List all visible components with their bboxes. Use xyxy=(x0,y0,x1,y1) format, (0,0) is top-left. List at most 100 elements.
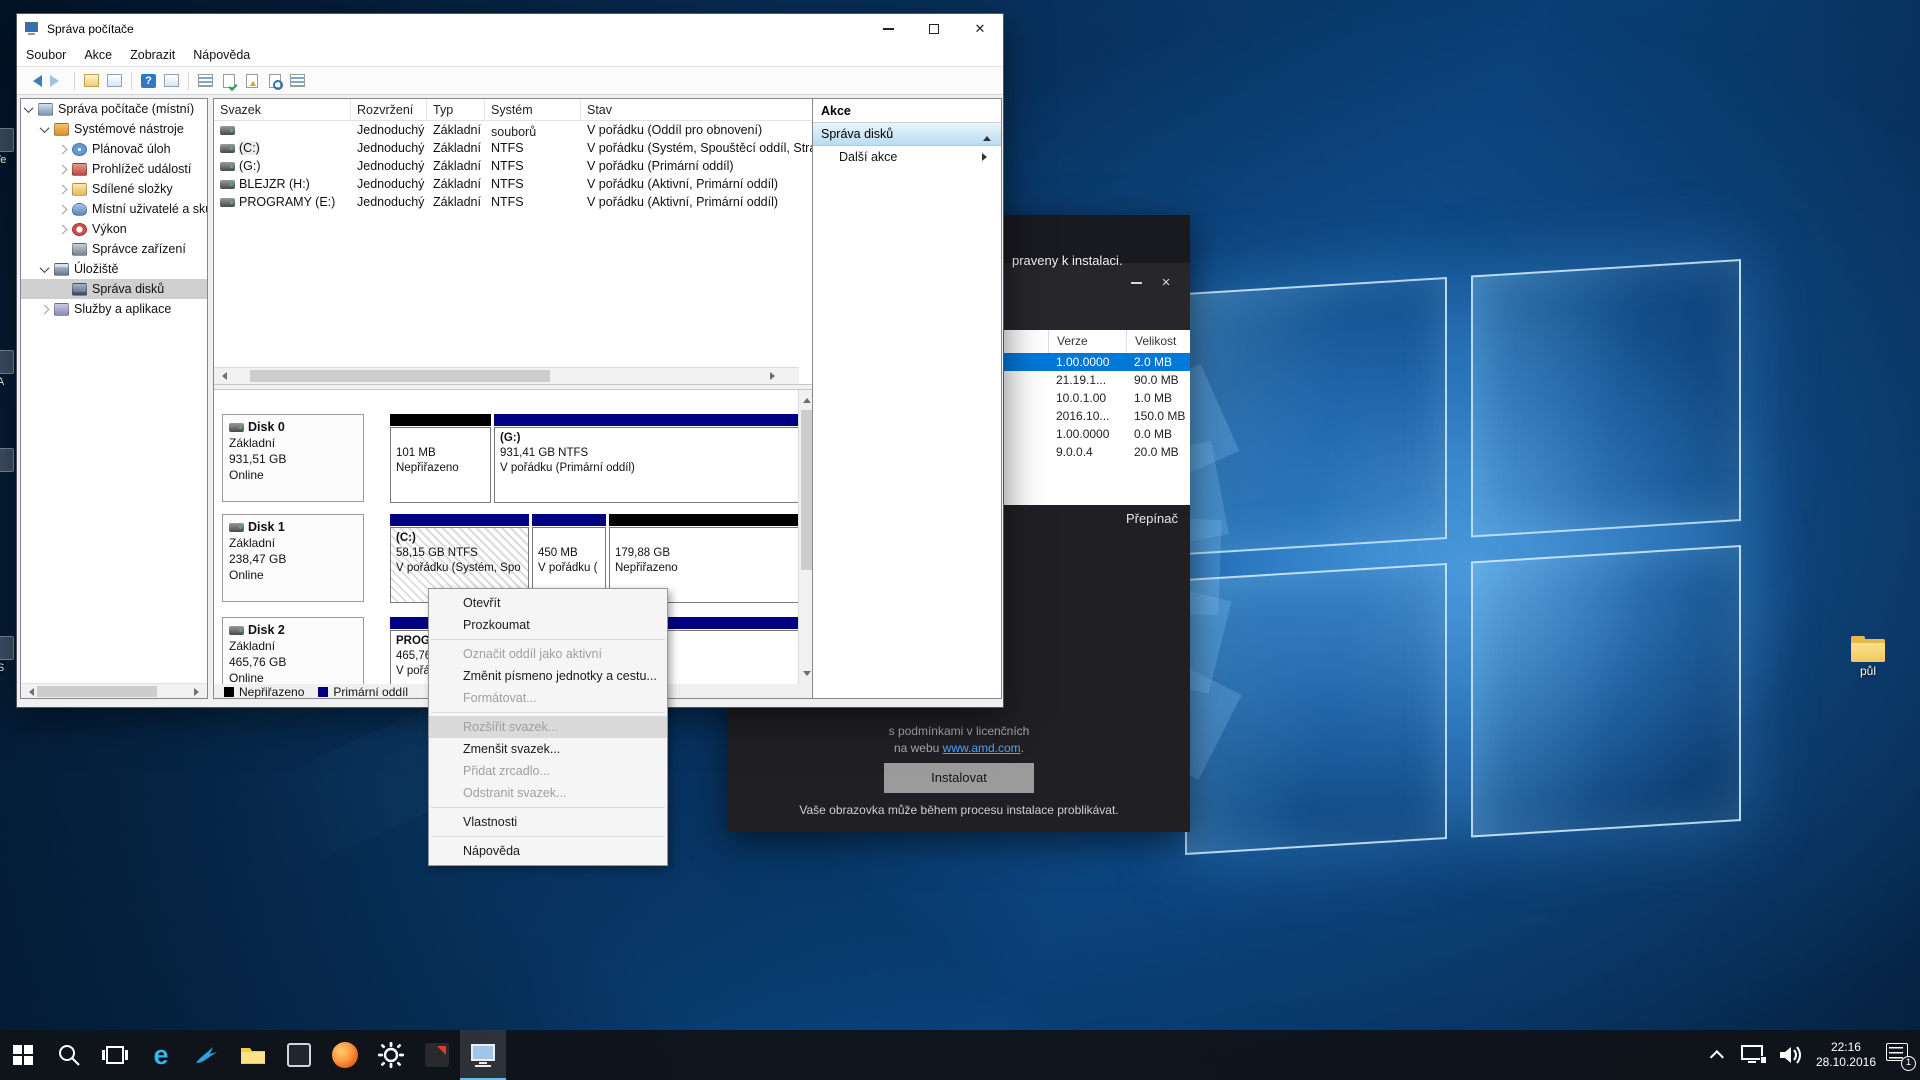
column-rozvrzeni[interactable]: Rozvržení xyxy=(351,99,427,121)
tree-item-sprava-disku[interactable]: Správa disků xyxy=(21,279,207,299)
actions-group-sprava-disku[interactable]: Správa disků xyxy=(813,123,1001,146)
disk2-info-box[interactable]: Disk 2 Základní 465,76 GB Online xyxy=(222,617,364,684)
disk1-info-box[interactable]: Disk 1 Základní 238,47 GB Online xyxy=(222,514,364,602)
volume-row[interactable]: (C:) Jednoduchý Základní NTFS V pořádku … xyxy=(214,139,815,157)
column-system-souboru[interactable]: Systém souborů xyxy=(485,99,581,121)
scrollbar-thumb[interactable] xyxy=(250,370,550,382)
install-button[interactable]: Instalovat xyxy=(884,763,1034,793)
chevron-expanded-icon[interactable] xyxy=(40,263,50,273)
chevron-collapsed-icon[interactable] xyxy=(58,204,68,214)
search-button[interactable] xyxy=(46,1030,92,1080)
chevron-expanded-icon[interactable] xyxy=(24,103,34,113)
desktop-icon-clipped[interactable] xyxy=(0,448,14,474)
tree-item-prohlizec-udalosti[interactable]: Prohlížeč událostí xyxy=(21,159,207,179)
scroll-left-arrow[interactable] xyxy=(25,688,34,696)
desktop-icon-clipped[interactable]: Te xyxy=(0,128,14,166)
back-button[interactable] xyxy=(25,72,44,90)
title-bar[interactable]: Správa počítače ✕ xyxy=(17,14,1003,44)
desktop-folder-pul[interactable]: půl xyxy=(1842,636,1894,678)
menu-item-zmenit-pismeno[interactable]: Změnit písmeno jednotky a cestu... xyxy=(429,665,667,687)
action-pane-icon[interactable] xyxy=(162,72,181,90)
task-view-button[interactable] xyxy=(92,1030,138,1080)
refresh-check-icon[interactable] xyxy=(219,72,238,90)
tree-item-systemove-nastroje[interactable]: Systémové nástroje xyxy=(21,119,207,139)
scroll-right-arrow[interactable] xyxy=(770,372,779,380)
start-button[interactable] xyxy=(0,1030,46,1080)
scroll-up-arrow[interactable] xyxy=(803,394,811,403)
desktop-icon-clipped[interactable]: S xyxy=(0,636,14,674)
collapse-icon[interactable] xyxy=(983,132,991,141)
settings-button[interactable] xyxy=(368,1030,414,1080)
tree-item-sprava-pocitace[interactable]: Správa počítače (místní) xyxy=(21,99,207,119)
console-panel-icon[interactable] xyxy=(105,72,124,90)
volume-row[interactable]: Jednoduchý Základní V pořádku (Oddíl pro… xyxy=(214,121,815,139)
menu-item-prozkoumat[interactable]: Prozkoumat xyxy=(429,614,667,636)
edge-button[interactable]: e xyxy=(138,1030,184,1080)
partition-unallocated[interactable]: 101 MBNepřiřazeno xyxy=(390,414,491,502)
taskbar-clock[interactable]: 22:16 28.10.2016 xyxy=(1816,1040,1876,1070)
tree-item-sdilene-slozky[interactable]: Sdílené složky xyxy=(21,179,207,199)
tree-item-vykon[interactable]: Výkon xyxy=(21,219,207,239)
tree-item-uloziste[interactable]: Úložiště xyxy=(21,259,207,279)
volume-icon[interactable] xyxy=(1778,1044,1806,1066)
disk0-info-box[interactable]: Disk 0 Základní 931,51 GB Online xyxy=(222,414,364,502)
tree-item-mistni-uzivatele[interactable]: Místní uživatelé a skupi xyxy=(21,199,207,219)
column-typ[interactable]: Typ xyxy=(427,99,485,121)
chevron-collapsed-icon[interactable] xyxy=(58,144,68,154)
menu-item-vlastnosti[interactable]: Vlastnosti xyxy=(429,811,667,833)
menu-akce[interactable]: Akce xyxy=(75,48,121,62)
scroll-down-arrow[interactable] xyxy=(803,671,811,680)
chevron-collapsed-icon[interactable] xyxy=(58,164,68,174)
actions-more[interactable]: Další akce xyxy=(813,146,1001,169)
amd-column-verze[interactable]: Verze xyxy=(1048,330,1126,353)
help-icon[interactable]: ? xyxy=(139,72,158,90)
desktop-icon-clipped[interactable]: A xyxy=(0,350,14,388)
close-button[interactable]: ✕ xyxy=(957,14,1003,44)
scrollbar-thumb[interactable] xyxy=(37,686,157,697)
volume-row[interactable]: PROGRAMY (E:) Jednoduchý Základní NTFS V… xyxy=(214,193,815,211)
menu-napoveda[interactable]: Nápověda xyxy=(184,48,259,62)
scroll-left-arrow[interactable] xyxy=(218,372,227,380)
export-list-icon[interactable] xyxy=(196,72,215,90)
tree-item-spravce-zarizeni[interactable]: Správce zařízení xyxy=(21,239,207,259)
properties-list-icon[interactable] xyxy=(288,72,307,90)
chevron-collapsed-icon[interactable] xyxy=(58,184,68,194)
scroll-right-arrow[interactable] xyxy=(194,688,203,696)
action-center-button[interactable]: 1 xyxy=(1886,1043,1912,1067)
computer-management-taskbar-button[interactable] xyxy=(460,1030,506,1080)
amd-website-link[interactable]: www.amd.com xyxy=(943,741,1021,755)
menu-item-otevrit[interactable]: Otevřít xyxy=(429,592,667,614)
forward-button[interactable] xyxy=(48,72,67,90)
menu-soubor[interactable]: Soubor xyxy=(17,48,75,62)
minimize-button[interactable] xyxy=(865,14,911,44)
rescan-icon[interactable] xyxy=(242,72,261,90)
partition-g[interactable]: (G:)931,41 GB NTFSV pořádku (Primární od… xyxy=(494,414,799,502)
column-stav[interactable]: Stav xyxy=(581,99,816,121)
network-icon[interactable] xyxy=(1740,1044,1768,1066)
tree-item-planovac-uloh[interactable]: Plánovač úloh xyxy=(21,139,207,159)
amd-column-velikost[interactable]: Velikost xyxy=(1126,330,1186,353)
show-tree-icon[interactable] xyxy=(82,72,101,90)
chevron-collapsed-icon[interactable] xyxy=(40,304,50,314)
amd-minimize-button[interactable] xyxy=(1126,273,1146,293)
tree-item-sluzby-aplikace[interactable]: Služby a aplikace xyxy=(21,299,207,319)
volume-row[interactable]: (G:) Jednoduchý Základní NTFS V pořádku … xyxy=(214,157,815,175)
column-svazek[interactable]: Svazek xyxy=(214,99,351,121)
firefox-button[interactable] xyxy=(322,1030,368,1080)
file-explorer-button[interactable] xyxy=(230,1030,276,1080)
amd-app-button[interactable] xyxy=(414,1030,460,1080)
app-button-generic[interactable] xyxy=(276,1030,322,1080)
tray-chevron-icon[interactable] xyxy=(1710,1050,1724,1064)
chevron-collapsed-icon[interactable] xyxy=(58,224,68,234)
maximize-button[interactable] xyxy=(911,14,957,44)
volume-horizontal-scrollbar[interactable] xyxy=(214,367,799,384)
tree-horizontal-scrollbar[interactable] xyxy=(21,683,207,698)
menu-zobrazit[interactable]: Zobrazit xyxy=(121,48,184,62)
detail-view-icon[interactable] xyxy=(265,72,284,90)
volume-row[interactable]: BLEJZR (H:) Jednoduchý Základní NTFS V p… xyxy=(214,175,815,193)
bird-app-button[interactable] xyxy=(184,1030,230,1080)
menu-item-napoveda[interactable]: Nápověda xyxy=(429,840,667,862)
amd-close-button[interactable]: × xyxy=(1156,273,1176,293)
menu-item-zmensit-svazek[interactable]: Zmenšit svazek... xyxy=(429,738,667,760)
chevron-expanded-icon[interactable] xyxy=(40,123,50,133)
